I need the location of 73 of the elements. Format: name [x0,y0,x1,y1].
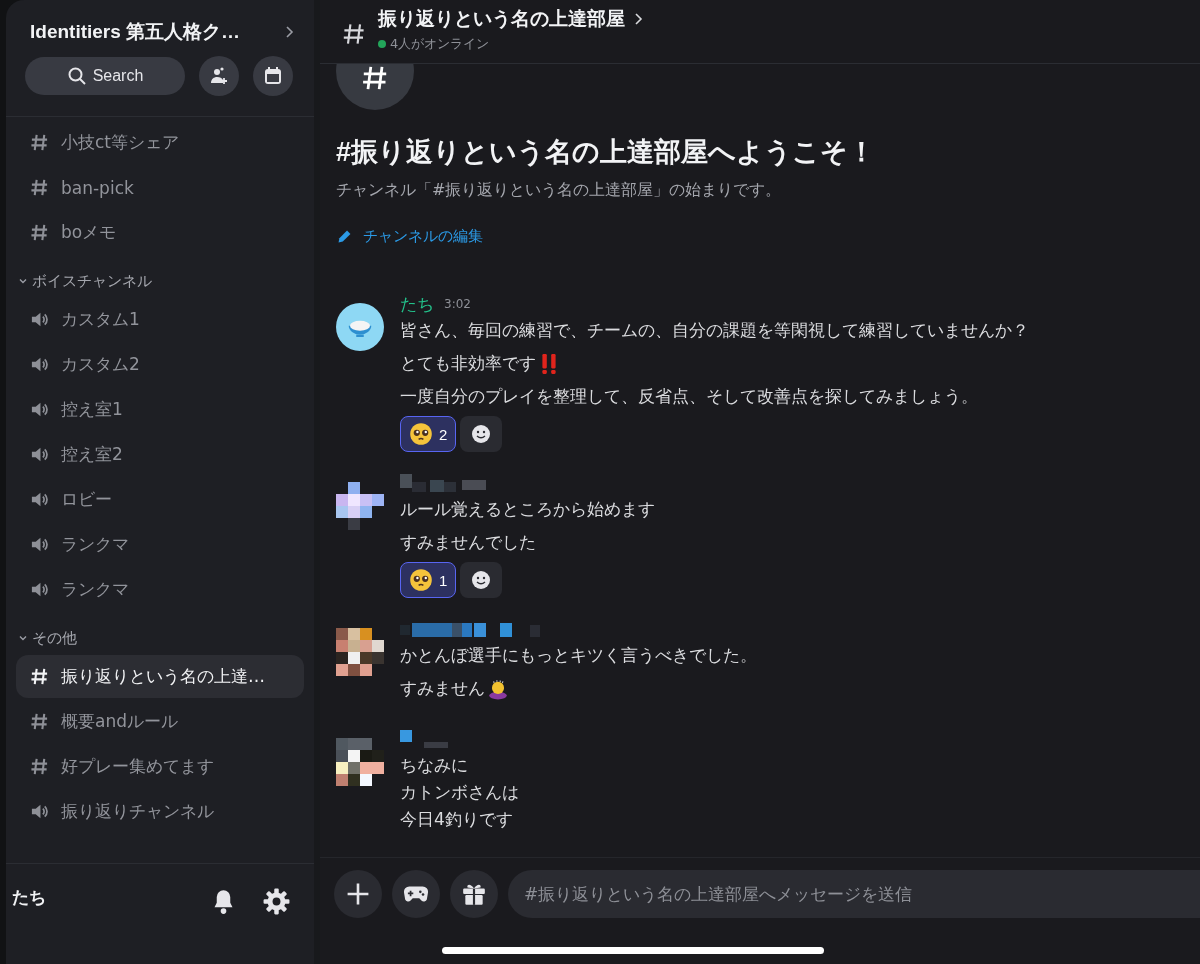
gift-button[interactable] [450,870,498,918]
chevron-down-icon [18,276,28,286]
message-text: ちなみに [400,754,468,777]
reaction-button[interactable]: 1 [400,562,457,598]
channel-item[interactable]: 概要andルール [16,700,304,743]
add-reaction-button[interactable] [460,416,503,452]
message-text: 皆さん、毎回の練習で、チームの、自分の課題を等閑視して練習していませんか？ [400,319,1029,342]
search-icon [66,66,87,86]
add-reaction-button[interactable] [460,562,503,598]
hash-icon [30,223,49,242]
pleading-face-icon [409,568,433,592]
add-button[interactable] [334,870,382,918]
online-dot-icon [378,40,386,48]
invite-button[interactable] [199,56,239,96]
message-text: かとんぼ選手にもっとキツく言うべきでした。 [400,644,757,667]
pixelated-avatar[interactable] [336,738,384,786]
message-text: 一度自分のプレイを整理して、反省点、そして改善点を探してみましょう。 [400,385,978,408]
smiley-icon [471,570,492,590]
user-name: たち [12,886,47,909]
channel-item[interactable]: 振り返りという名の上達… [16,655,304,698]
message-text: ルール覚えるところから始めます [400,498,655,521]
message-time: 3:02 [444,297,471,311]
channel-item[interactable]: 控え室2 [16,433,304,476]
calendar-icon [263,66,283,86]
hash-icon [30,712,49,731]
pixelated-avatar[interactable] [336,482,384,530]
chevron-right-icon[interactable] [633,12,643,26]
hash-icon [30,667,49,686]
chevron-down-icon [18,633,28,643]
channel-item[interactable]: ban-pick [16,166,304,209]
channel-item[interactable]: カスタム1 [16,298,304,341]
channel-item[interactable]: ランクマ [16,523,304,566]
channel-item[interactable]: 控え室1 [16,388,304,431]
welcome-title: #振り返りという名の上達部屋へようこそ！ [336,136,877,169]
channel-item[interactable]: 小技ct等シェア [16,121,304,164]
search-button[interactable]: Search [25,57,185,95]
plus-icon [345,881,371,907]
category-header[interactable]: ボイスチャンネル [16,264,304,298]
edit-channel-link[interactable]: チャンネルの編集 [336,227,483,246]
channel-item[interactable]: ランクマ [16,568,304,611]
activities-button[interactable] [392,870,440,918]
channel-title[interactable]: 振り返りという名の上達部屋 [378,6,625,32]
channel-item[interactable]: 振り返りチャンネル [16,790,304,833]
hash-icon [30,133,49,152]
hash-icon [30,178,49,197]
channel-item[interactable]: boメモ [16,211,304,254]
author-name[interactable]: たち [400,292,434,316]
message-text: 今日4釣りです [400,808,513,831]
add-person-icon [209,66,229,86]
channel-item[interactable]: 好プレー集めてます [16,745,304,788]
server-name[interactable]: Identitiers 第五人格ク… [30,19,284,45]
user-avatar[interactable] [336,303,384,351]
category-header[interactable]: その他 [16,621,304,655]
pixelated-avatar[interactable] [336,628,384,676]
message-text: すみません [400,677,485,700]
welcome-subtitle: チャンネル「#振り返りという名の上達部屋」の始まりです。 [336,180,783,201]
chevron-right-icon[interactable] [284,25,294,39]
channel-item[interactable]: カスタム2 [16,343,304,386]
hash-icon [30,757,49,776]
smiley-icon [471,424,492,444]
online-count: 4人がオンライン [390,35,490,53]
events-button[interactable] [253,56,293,96]
message-text: カトンボさんは [400,781,519,804]
hash-icon [342,22,366,46]
message-input[interactable]: #振り返りという名の上達部屋へメッセージを送信 [508,870,1200,918]
reaction-button[interactable]: 2 [400,416,457,452]
pixelated-name-drawing [400,730,448,748]
pleading-face-icon [409,422,433,446]
message-text: とても非効率です [400,352,536,375]
channel-item[interactable]: ロビー [16,478,304,521]
message-text: すみませんでした [400,531,536,554]
bowing-person-icon [487,677,509,700]
pencil-icon [336,228,353,245]
